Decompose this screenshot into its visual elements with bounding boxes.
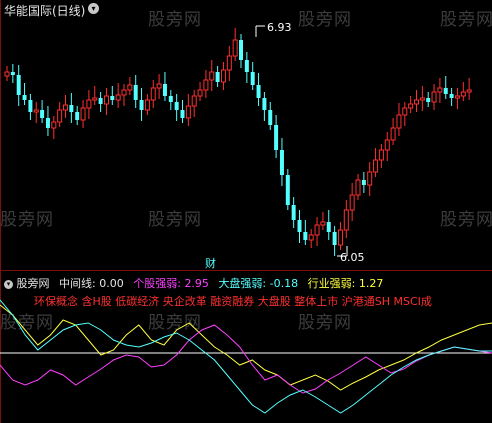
candle-body	[209, 71, 215, 81]
candles-group	[4, 28, 472, 256]
candle-body	[80, 107, 86, 121]
candle-body	[103, 95, 109, 105]
candle-body	[367, 171, 373, 186]
candle-body	[314, 224, 320, 236]
candle-body	[414, 99, 419, 105]
candle-body	[285, 175, 290, 205]
candle-body	[16, 75, 21, 95]
event-marker: 财	[205, 256, 216, 270]
candle-body	[326, 222, 331, 232]
candle-body	[57, 109, 63, 123]
candle-body	[460, 91, 466, 97]
candle-body	[349, 194, 355, 211]
candle-body	[466, 89, 472, 93]
candle-body	[373, 159, 379, 173]
candle-body	[226, 55, 232, 71]
candle-body	[156, 83, 162, 89]
candle-body	[162, 84, 167, 96]
candle-body	[191, 95, 197, 107]
candle-body	[378, 149, 384, 161]
candle-body	[402, 107, 408, 116]
candle-body	[69, 105, 74, 112]
candle-body	[426, 98, 431, 102]
candle-body	[419, 97, 425, 101]
candle-body	[115, 94, 121, 101]
candle-body	[110, 96, 115, 100]
candle-body	[203, 79, 209, 91]
candle-body	[133, 85, 138, 100]
candle-body	[150, 87, 156, 101]
candle-body	[86, 99, 92, 109]
candle-body	[274, 125, 279, 150]
candle-body	[390, 127, 396, 141]
candle-body	[197, 89, 203, 97]
candle-body	[144, 99, 150, 111]
candle-body	[443, 88, 448, 94]
candle-body	[337, 229, 343, 246]
candle-body	[268, 110, 273, 125]
candle-body	[303, 232, 308, 240]
candle-body	[220, 69, 226, 83]
candle-body	[384, 139, 390, 151]
candle-body	[51, 121, 57, 129]
candle-body	[291, 205, 296, 220]
candle-body	[244, 60, 249, 72]
candle-body	[320, 221, 326, 226]
candle-body	[239, 40, 243, 60]
candle-body	[250, 72, 255, 85]
low-price-label: 6.05	[340, 251, 365, 264]
candle-body	[297, 220, 302, 232]
candle-body	[40, 110, 45, 118]
candle-body	[355, 179, 361, 196]
candle-body	[431, 91, 437, 103]
candle-body	[174, 102, 179, 110]
candle-body	[256, 85, 261, 98]
industry-strength-line	[0, 304, 492, 391]
candle-body	[45, 118, 50, 128]
candle-body	[10, 72, 15, 75]
candle-body	[139, 100, 144, 110]
candle-body	[168, 96, 173, 102]
candle-body	[98, 98, 103, 104]
candle-body	[75, 112, 80, 120]
candle-body	[127, 84, 133, 91]
high-price-label: 6.93	[267, 21, 292, 34]
candle-body	[396, 114, 402, 129]
candle-body	[332, 232, 337, 245]
candle-body	[279, 150, 284, 175]
candle-body	[262, 98, 267, 110]
candle-body	[454, 95, 460, 99]
candle-body	[22, 95, 27, 100]
stock-chart-window: 股旁网 股旁网 股旁网 股旁网 股旁网 股旁网 股旁网 股旁网 股旁网 华能国际…	[0, 0, 492, 423]
candle-body	[4, 71, 10, 77]
candle-body	[343, 209, 349, 231]
candle-body	[185, 105, 191, 119]
candle-body	[215, 72, 220, 82]
panel-divider	[0, 270, 492, 271]
candle-body	[28, 100, 33, 112]
candle-body	[232, 39, 238, 57]
candle-body	[449, 94, 454, 98]
candlestick-chart[interactable]: 6.93 6.05 财	[0, 0, 492, 270]
concept-tags: 环保概念 含H股 低碳经济 央企改革 融资融券 大盘股 整体上市 沪港通SH M…	[34, 295, 432, 308]
candle-body	[308, 234, 314, 241]
candle-body	[180, 110, 185, 118]
candle-body	[121, 89, 127, 96]
candle-body	[408, 103, 414, 109]
candle-body	[33, 109, 39, 113]
candle-body	[361, 180, 366, 185]
candle-body	[92, 97, 98, 101]
candle-body	[437, 87, 443, 93]
candle-body	[63, 104, 68, 111]
